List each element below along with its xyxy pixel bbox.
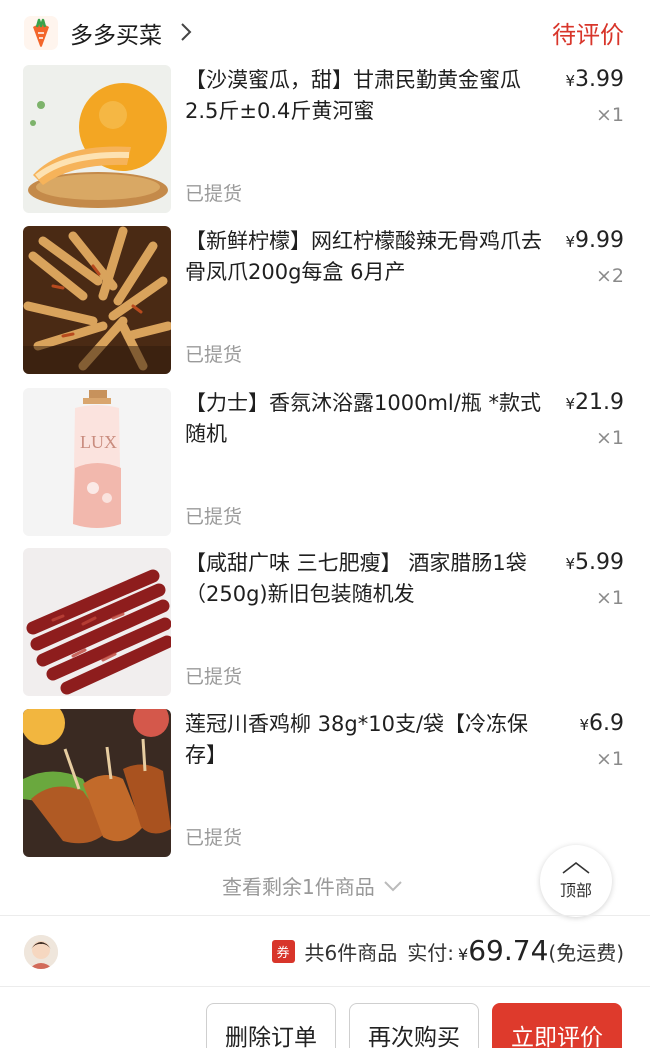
view-remaining-label: 查看剩余1件商品 xyxy=(222,875,375,899)
paid-label: 实付: xyxy=(407,941,455,965)
product-image-sausage[interactable] xyxy=(23,548,171,696)
product-price: ¥3.99 xyxy=(565,67,624,92)
avatar xyxy=(24,935,58,969)
store-logo-icon[interactable] xyxy=(22,14,60,52)
divider xyxy=(0,915,650,916)
store-name[interactable]: 多多买菜 xyxy=(70,16,162,50)
product-title[interactable]: 【新鲜柠檬】网红柠檬酸辣无骨鸡爪去骨凤爪200g每盒 6月产 xyxy=(185,226,545,288)
product-quantity: ×1 xyxy=(595,104,624,126)
product-price: ¥9.99 xyxy=(565,228,624,253)
order-status: 待评价 xyxy=(552,21,624,49)
product-quantity: ×2 xyxy=(595,265,624,287)
product-quantity: ×1 xyxy=(595,748,624,770)
item-count: 共6件商品 xyxy=(304,941,398,965)
pickup-status: 已提货 xyxy=(185,666,243,688)
shipping-note: (免运费) xyxy=(548,941,624,965)
chevron-down-icon xyxy=(384,880,402,891)
product-image-lux-bottle[interactable]: LUX xyxy=(23,388,171,536)
product-quantity: ×1 xyxy=(595,427,624,449)
total-amount: 69.74 xyxy=(468,934,549,967)
product-image-chicken-feet[interactable] xyxy=(23,226,171,374)
product-price: ¥5.99 xyxy=(565,550,624,575)
pickup-status: 已提货 xyxy=(185,827,243,849)
pickup-status: 已提货 xyxy=(185,183,243,205)
product-title[interactable]: 【沙漠蜜瓜，甜】甘肃民勤黄金蜜瓜2.5斤±0.4斤黄河蜜 xyxy=(185,65,545,127)
pickup-status: 已提货 xyxy=(185,506,243,528)
back-to-top-button[interactable]: 顶部 xyxy=(540,845,612,917)
product-price: ¥6.9 xyxy=(579,711,624,736)
review-now-button[interactable]: 立即评价 xyxy=(492,1003,622,1048)
order-actions: 删除订单 再次购买 立即评价 xyxy=(0,1000,650,1048)
delete-order-button[interactable]: 删除订单 xyxy=(206,1003,336,1048)
product-price: ¥21.9 xyxy=(565,390,624,415)
chevron-up-icon xyxy=(562,861,590,874)
product-quantity: ×1 xyxy=(595,587,624,609)
product-title[interactable]: 【咸甜广味 三七肥瘦】 酒家腊肠1袋 （250g)新旧包装随机发 xyxy=(185,548,545,610)
order-item[interactable]: 【沙漠蜜瓜，甜】甘肃民勤黄金蜜瓜2.5斤±0.4斤黄河蜜 ¥3.99 ×1 已提… xyxy=(0,65,650,215)
rebuy-button[interactable]: 再次购买 xyxy=(349,1003,479,1048)
pickup-status: 已提货 xyxy=(185,344,243,366)
product-title[interactable]: 莲冠川香鸡柳 38g*10支/袋【冷冻保存】 xyxy=(185,709,545,771)
order-item[interactable]: 【新鲜柠檬】网红柠檬酸辣无骨鸡爪去骨凤爪200g每盒 6月产 ¥9.99 ×2 … xyxy=(0,226,650,376)
order-item[interactable]: 【咸甜广味 三七肥瘦】 酒家腊肠1袋 （250g)新旧包装随机发 ¥5.99 ×… xyxy=(0,548,650,698)
order-total: 券 共6件商品 实付: ¥ 69.74 (免运费) xyxy=(271,934,624,967)
product-title[interactable]: 【力士】香氛沐浴露1000ml/瓶 *款式随机 xyxy=(185,388,545,450)
back-to-top-label: 顶部 xyxy=(559,881,592,900)
currency-symbol: ¥ xyxy=(458,945,469,964)
view-remaining-items-link[interactable]: 查看剩余1件商品 xyxy=(222,871,403,900)
coupon-badge: 券 xyxy=(271,940,295,963)
order-item[interactable]: LUX 【力士】香氛沐浴露1000ml/瓶 *款式随机 ¥21.9 ×1 已提货 xyxy=(0,388,650,538)
product-image-chicken-strips[interactable] xyxy=(23,709,171,857)
divider xyxy=(0,986,650,987)
svg-text:LUX: LUX xyxy=(80,432,117,452)
order-summary: 券 共6件商品 实付: ¥ 69.74 (免运费) xyxy=(0,920,650,984)
order-header: 多多买菜 待评价 xyxy=(0,0,650,62)
order-item[interactable]: 莲冠川香鸡柳 38g*10支/袋【冷冻保存】 ¥6.9 ×1 已提货 xyxy=(0,709,650,859)
chevron-right-icon[interactable] xyxy=(178,20,194,44)
product-image-melon[interactable] xyxy=(23,65,171,213)
